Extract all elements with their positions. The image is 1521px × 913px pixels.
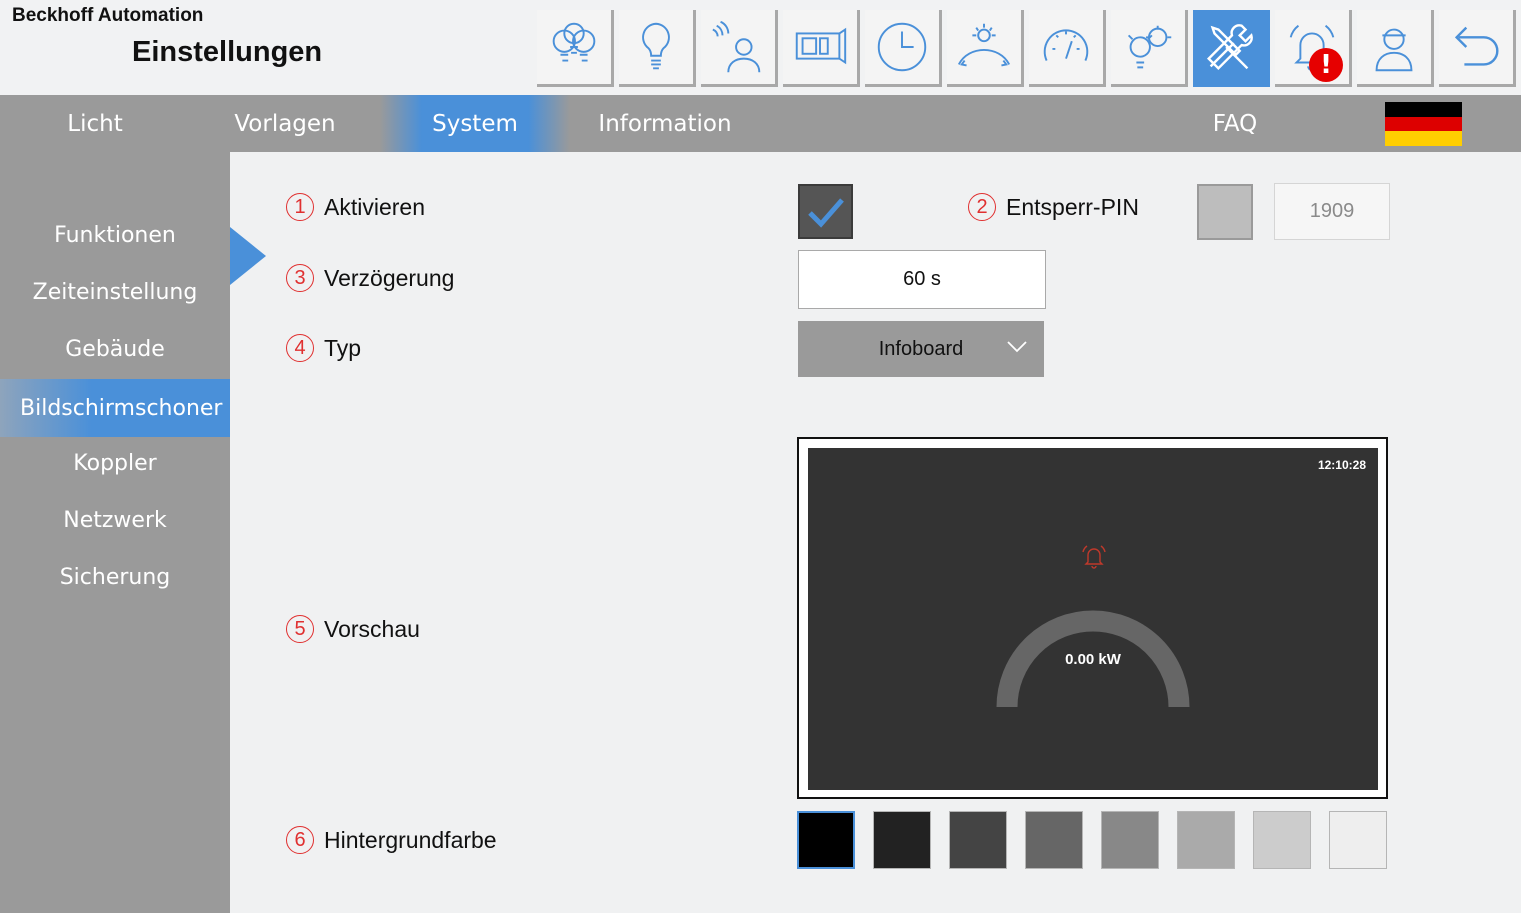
pin-label-text: Entsperr-PIN [1006,193,1139,220]
color-swatch-4[interactable] [1025,811,1083,869]
automation-gears-icon [1127,25,1172,69]
pin-input[interactable]: 1909 [1274,183,1390,240]
color-swatch-3[interactable] [949,811,1007,869]
back-icon [1454,26,1499,66]
checkmark-icon [807,197,844,228]
type-label-text: Typ [324,334,362,361]
energy-button[interactable] [1029,10,1106,87]
sidebar-item-zeiteinstellung[interactable]: Zeiteinstellung [0,264,230,321]
color-swatch-7[interactable] [1253,811,1311,869]
delay-label: 3 Verzögerung [286,264,454,292]
lighting-button[interactable] [619,10,696,87]
presence-button[interactable] [701,10,778,87]
step-number-4: 4 [286,334,314,362]
sidebar-item-bildschirmschoner[interactable]: Bildschirmschoner [0,379,230,437]
delay-label-text: Verzögerung [324,264,455,291]
bulb-icon [642,22,670,70]
sun-tracking-button[interactable] [947,10,1024,87]
step-number-5: 5 [286,615,314,643]
sidebar-item-netzwerk[interactable]: Netzwerk [0,492,230,549]
main-toolbar: ! [537,10,1516,87]
tab-system[interactable]: System [380,95,570,152]
step-number-3: 3 [286,264,314,292]
type-select[interactable]: Infoboard [798,321,1044,377]
type-label: 4 Typ [286,334,361,362]
sidebar-item-gebaeude[interactable]: Gebäude [0,321,230,378]
pin-checkbox[interactable] [1197,184,1253,240]
tab-vorlagen[interactable]: Vorlagen [190,95,380,152]
screensaver-preview: 12:10:28 0.00 kW [797,437,1388,799]
back-button[interactable] [1439,10,1516,87]
preview-screen: 12:10:28 0.00 kW [808,448,1378,790]
bulb-group-icon [552,22,596,62]
page-title: Einstellungen [132,36,323,68]
sidebar-item-koppler[interactable]: Koppler [0,435,230,492]
tab-information[interactable]: Information [570,95,760,152]
automation-button[interactable] [1111,10,1188,87]
chevron-down-icon [1007,341,1027,353]
preview-label: 5 Vorschau [286,615,420,643]
app-header: Beckhoff Automation Einstellungen ! [0,0,1521,95]
activate-label: 1 Aktivieren [286,193,425,221]
activate-checkbox[interactable] [798,184,853,239]
settings-tools-icon [1206,24,1253,71]
color-swatch-8[interactable] [1329,811,1387,869]
step-number-1: 1 [286,193,314,221]
background-color-label-text: Hintergrundfarbe [324,826,497,853]
color-swatch-5[interactable] [1101,811,1159,869]
preview-label-text: Vorschau [324,615,420,642]
color-swatch-6[interactable] [1177,811,1235,869]
settings-button[interactable] [1193,10,1270,87]
power-gauge-arc [996,610,1190,708]
background-color-label: 6 Hintergrundfarbe [286,826,497,854]
alarm-badge: ! [1309,48,1343,82]
alarms-button[interactable]: ! [1275,10,1352,87]
sidebar-item-funktionen[interactable]: Funktionen [0,207,230,264]
color-swatch-1[interactable] [797,811,855,869]
sidebar-item-sicherung[interactable]: Sicherung [0,549,230,606]
activate-label-text: Aktivieren [324,193,425,220]
background-color-swatches [797,811,1387,869]
color-swatch-2[interactable] [873,811,931,869]
settings-sidebar: Funktionen Zeiteinstellung Gebäude Bilds… [0,152,230,913]
lighting-groups-button[interactable] [537,10,614,87]
preview-alarm-bell-icon [1082,545,1106,569]
clock-icon [877,22,927,72]
gauge-icon [1043,29,1089,61]
brand-name: Beckhoff Automation [12,5,204,26]
delay-input[interactable]: 60 s [798,250,1046,309]
blinds-button[interactable] [783,10,860,87]
preview-power-value: 0.00 kW [1065,651,1121,668]
preview-clock: 12:10:28 [1317,458,1366,472]
tab-licht[interactable]: Licht [0,95,190,152]
user-icon [1375,28,1413,72]
main-nav: Licht Vorlagen System Information FAQ [0,95,1521,152]
language-flag-de[interactable] [1385,102,1462,146]
type-select-value: Infoboard [878,337,964,360]
user-button[interactable] [1357,10,1434,87]
step-number-6: 6 [286,826,314,854]
timer-button[interactable] [865,10,942,87]
pin-label: 2 Entsperr-PIN [968,193,1139,221]
blind-icon [795,27,847,65]
sun-position-icon [957,23,1011,67]
tab-faq[interactable]: FAQ [1140,95,1330,152]
step-number-2: 2 [968,193,996,221]
active-item-pointer [230,227,266,285]
presence-sensor-icon [712,20,761,73]
